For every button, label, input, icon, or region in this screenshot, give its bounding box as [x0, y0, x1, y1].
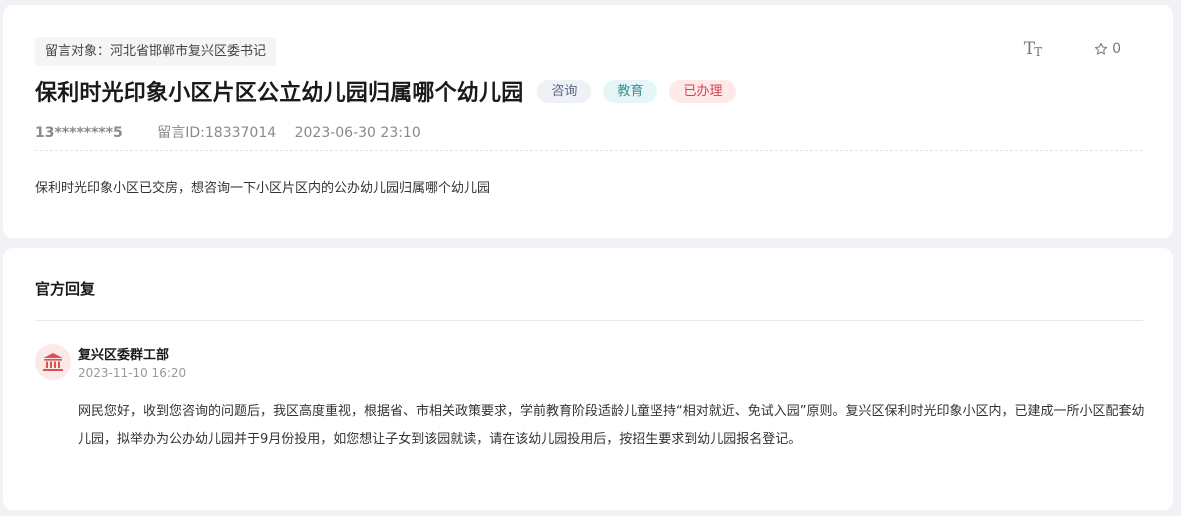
message-card: 留言对象：河北省邯郸市复兴区委书记 TT 0 保利时光印象小区片区公立幼儿园归属… — [3, 5, 1173, 238]
star-icon — [1095, 42, 1108, 55]
tag-education[interactable]: 教育 — [603, 79, 658, 103]
divider — [35, 320, 1143, 321]
avatar — [35, 344, 71, 380]
favorite-button[interactable]: 0 — [1094, 41, 1121, 57]
reply-card: 官方回复 复兴区委群工部 2023-11-10 16:20 网民您好，收到您咨询… — [3, 248, 1173, 510]
font-size-icon[interactable]: TT — [1024, 39, 1042, 59]
author: 13********5 — [35, 125, 123, 141]
message-target: 留言对象：河北省邯郸市复兴区委书记 — [35, 37, 277, 66]
toolbar: TT 0 — [1024, 39, 1121, 59]
message-id: 留言ID:18337014 — [157, 125, 277, 141]
page-title: 保利时光印象小区片区公立幼儿园归属哪个幼儿园 — [35, 81, 524, 106]
reply-department: 复兴区委群工部 — [78, 348, 170, 363]
target-value: 河北省邯郸市复兴区委书记 — [110, 44, 267, 59]
tag-consult[interactable]: 咨询 — [537, 79, 592, 103]
message-meta: 13********5 留言ID:18337014 2023-06-30 23:… — [35, 122, 421, 142]
target-label: 留言对象： — [45, 44, 111, 59]
status-badge: 已办理 — [669, 79, 737, 103]
government-building-icon — [43, 353, 63, 371]
reply-heading: 官方回复 — [35, 280, 96, 298]
reply-time: 2023-11-10 16:20 — [78, 366, 187, 380]
reply-text: 网民您好，收到您咨询的问题后，我区高度重视，根据省、市相关政策要求，学前教育阶段… — [78, 404, 1145, 447]
title-row: 保利时光印象小区片区公立幼儿园归属哪个幼儿园 咨询 教育 已办理 — [35, 75, 737, 107]
message-time: 2023-06-30 23:10 — [294, 125, 421, 141]
divider — [35, 150, 1143, 151]
message-content: 保利时光印象小区已交房，想咨询一下小区片区内的公办幼儿园归属哪个幼儿园 — [35, 181, 491, 196]
favorite-count: 0 — [1112, 41, 1121, 57]
font-size-small-glyph: T — [1034, 45, 1043, 59]
